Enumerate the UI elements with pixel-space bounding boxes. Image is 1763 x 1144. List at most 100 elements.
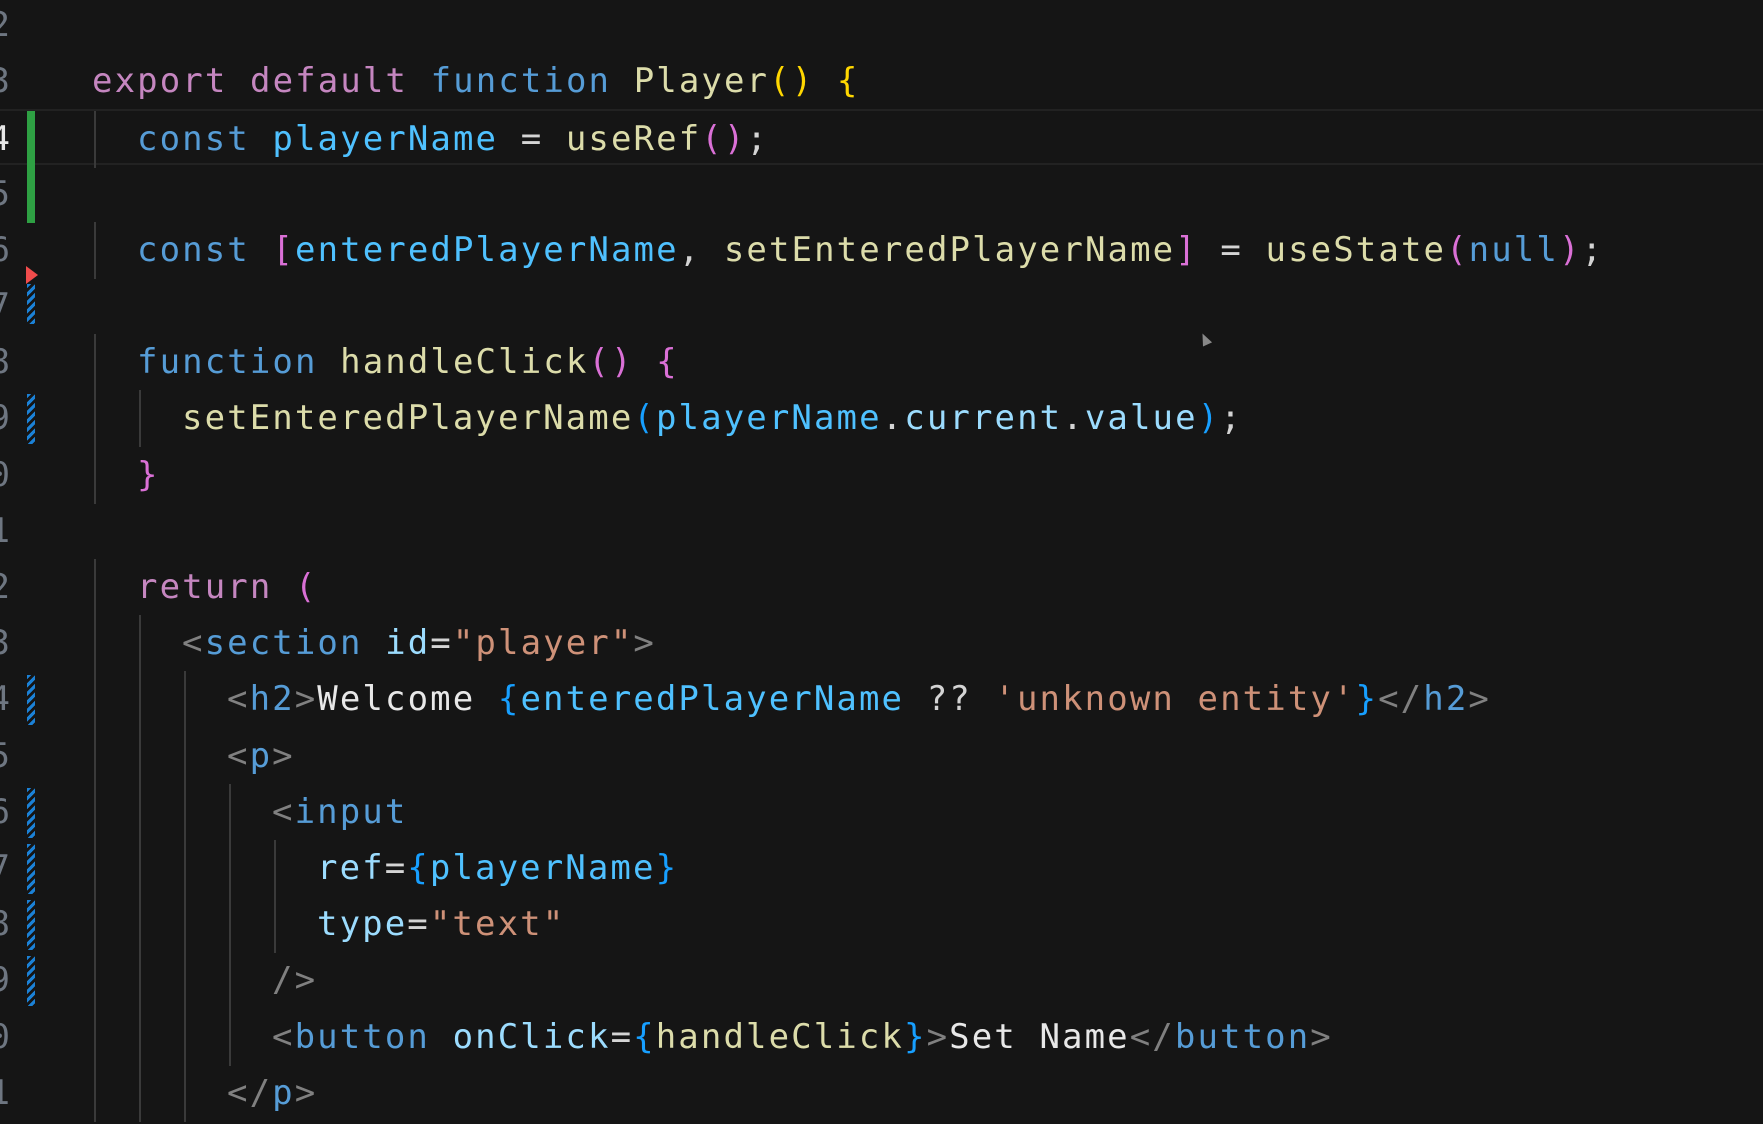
line-number: 5 xyxy=(0,728,10,784)
indent-guide xyxy=(139,840,141,897)
git-modified-marker[interactable] xyxy=(27,394,35,445)
code-line[interactable]: 3 <section id="player"> xyxy=(0,615,1763,673)
code-token: handleClick xyxy=(340,342,589,383)
indent-guide xyxy=(94,1064,96,1122)
git-added-marker[interactable] xyxy=(27,165,35,223)
git-modified-marker[interactable] xyxy=(27,284,35,324)
git-deleted-marker-icon[interactable] xyxy=(26,266,38,284)
code-editor[interactable]: 23export default function Player() {4 con… xyxy=(0,0,1763,1124)
code-token: { xyxy=(656,342,679,383)
line-number: 3 xyxy=(0,53,10,109)
git-modified-marker[interactable] xyxy=(27,675,35,726)
code-text: const playerName = useRef(); xyxy=(137,111,769,167)
line-number: 0 xyxy=(0,447,10,503)
code-token: ) xyxy=(1558,229,1582,270)
code-token: > xyxy=(272,735,295,776)
indent-guide xyxy=(94,671,96,729)
git-modified-marker[interactable] xyxy=(27,956,35,1007)
indent-guide xyxy=(184,1064,186,1122)
code-line[interactable]: 6 <input xyxy=(0,783,1763,841)
code-token: } xyxy=(904,1016,927,1057)
code-line[interactable]: 3 export default function Player() { xyxy=(0,53,1763,109)
indent-guide xyxy=(94,111,96,169)
code-token: button xyxy=(294,1016,453,1057)
code-text: </p> xyxy=(227,1065,317,1121)
code-token: } xyxy=(1355,679,1379,720)
code-line[interactable]: 1 </p> xyxy=(0,1064,1763,1122)
code-line[interactable]: 8 type="text" xyxy=(0,896,1763,954)
code-token: "text" xyxy=(429,904,566,945)
code-token: < xyxy=(227,735,250,776)
code-token: setEnteredPlayerName xyxy=(723,229,1176,270)
line-number: 6 xyxy=(0,222,10,278)
indent-guide xyxy=(139,783,141,841)
indent-guide xyxy=(139,896,141,954)
code-text: <p> xyxy=(227,728,295,784)
code-line[interactable]: 7 xyxy=(0,266,1763,334)
code-token: input xyxy=(294,791,408,832)
code-token: id xyxy=(385,623,431,664)
code-token: = xyxy=(610,1016,634,1057)
code-token: p xyxy=(249,735,273,776)
code-line[interactable]: 8 function handleClick() { xyxy=(0,334,1763,392)
indent-guide xyxy=(94,783,96,841)
code-token: > xyxy=(926,1016,950,1057)
git-modified-marker[interactable] xyxy=(27,900,35,951)
code-line[interactable]: 7 ref={playerName} xyxy=(0,840,1763,897)
line-number: 4 xyxy=(0,111,10,167)
indent-guide xyxy=(139,390,141,448)
code-token: 'unknown entity' xyxy=(994,679,1356,720)
code-line[interactable]: 5 <p> xyxy=(0,727,1763,785)
code-token: handleClick xyxy=(655,1016,905,1057)
code-token: ; xyxy=(746,119,769,160)
code-text: ref={playerName} xyxy=(317,840,678,896)
code-line[interactable]: 5 xyxy=(0,165,1763,223)
line-number: 7 xyxy=(0,278,10,334)
code-token: > xyxy=(1310,1016,1333,1057)
code-token: = xyxy=(1197,229,1266,270)
indent-guide xyxy=(94,559,96,616)
indent-guide xyxy=(94,334,96,392)
git-modified-marker[interactable] xyxy=(27,844,35,894)
code-line[interactable]: 0} xyxy=(0,446,1763,504)
indent-guide xyxy=(274,896,276,954)
line-number: 8 xyxy=(0,334,10,390)
code-token: < xyxy=(227,679,250,720)
code-line[interactable]: 0<button onClick={handleClick}>Set Name<… xyxy=(0,1008,1763,1066)
code-line[interactable]: 2 xyxy=(0,0,1763,53)
code-token: ( xyxy=(1446,229,1469,270)
code-line[interactable]: 6 const [enteredPlayerName, setEnteredPla… xyxy=(0,221,1763,279)
git-added-marker[interactable] xyxy=(27,111,35,169)
code-token: () xyxy=(588,342,657,383)
indent-guide xyxy=(184,727,186,785)
line-number: 6 xyxy=(0,784,10,840)
code-token: playerName xyxy=(655,398,882,439)
code-token: = xyxy=(384,848,408,888)
code-token: } xyxy=(137,454,160,495)
git-modified-marker[interactable] xyxy=(27,787,35,838)
indent-guide xyxy=(184,896,186,954)
code-token: enteredPlayerName xyxy=(520,679,905,720)
code-token: > xyxy=(294,1072,318,1113)
code-token: ] xyxy=(1175,229,1198,270)
code-token: = xyxy=(498,119,566,160)
code-token: value xyxy=(1084,398,1198,439)
code-text: <input xyxy=(272,784,407,840)
code-token: ref xyxy=(317,848,385,888)
indent-guide xyxy=(139,1008,141,1066)
code-line[interactable]: 1 xyxy=(0,503,1763,559)
indent-guide xyxy=(184,1008,186,1066)
code-token: setEnteredPlayerName xyxy=(182,398,634,439)
code-token: function xyxy=(137,342,341,383)
code-line[interactable]: 9 /> xyxy=(0,952,1763,1010)
code-line[interactable]: 2 return ( xyxy=(0,559,1763,616)
code-token: button xyxy=(1174,1016,1311,1057)
code-text: return ( xyxy=(137,559,318,615)
code-token: { xyxy=(407,848,430,888)
code-line[interactable]: 4<h2>Welcome {enteredPlayerName ?? 'unkn… xyxy=(0,671,1763,729)
code-line[interactable]: 4 const playerName = useRef(); xyxy=(0,109,1763,169)
code-token: = xyxy=(430,623,453,664)
code-text: setEnteredPlayerName(playerName.current.… xyxy=(182,390,1243,446)
code-token: ; xyxy=(1581,229,1605,270)
code-line[interactable]: 9 setEnteredPlayerName(playerName.current… xyxy=(0,390,1763,448)
